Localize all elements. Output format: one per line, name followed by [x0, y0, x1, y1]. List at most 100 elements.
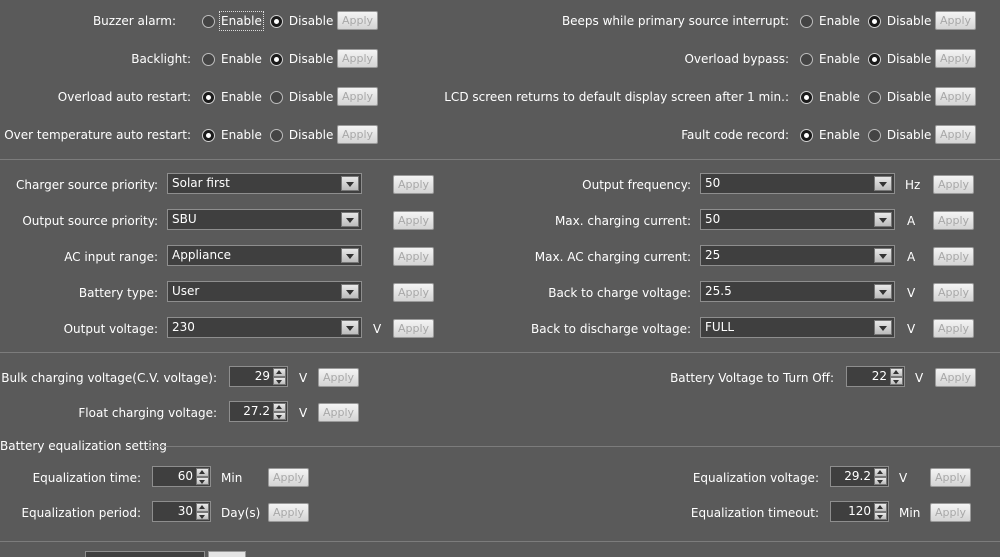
overload-bypass-enable-label[interactable]: Enable [819, 51, 860, 67]
overload-auto-restart-disable-radio[interactable] [269, 90, 283, 104]
chevron-down-icon[interactable] [341, 248, 359, 263]
bulk-charging-voltage-apply-button[interactable]: Apply [318, 368, 360, 387]
backlight-disable-label[interactable]: Disable [289, 51, 334, 67]
overload-auto-restart-apply-button[interactable]: Apply [337, 87, 379, 106]
max-charging-current-apply-button[interactable]: Apply [933, 211, 975, 230]
overload-auto-restart-enable-radio[interactable] [202, 90, 215, 104]
charger-source-priority-select[interactable]: Solar first [167, 173, 362, 194]
max-ac-charging-current-apply-button[interactable]: Apply [933, 247, 975, 266]
chevron-down-icon[interactable] [874, 284, 892, 299]
spinner-down-icon[interactable] [196, 476, 209, 485]
beeps-primary-interrupt-disable-radio[interactable] [867, 14, 881, 28]
output-source-priority-select[interactable]: SBU [167, 209, 362, 230]
equalization-timeout-apply-button[interactable]: Apply [930, 503, 972, 522]
fault-code-record-enable-label[interactable]: Enable [819, 127, 860, 143]
spinner-up-icon[interactable] [874, 468, 887, 477]
backlight-enable-label[interactable]: Enable [221, 51, 262, 67]
spinner-down-icon[interactable] [874, 511, 887, 520]
spinner-up-icon[interactable] [874, 503, 887, 512]
chevron-down-icon[interactable] [874, 212, 892, 227]
lcd-return-default-enable-radio[interactable] [800, 90, 813, 104]
chevron-down-icon[interactable] [341, 212, 359, 227]
equalization-period-apply-button[interactable]: Apply [268, 503, 310, 522]
battery-voltage-turn-off-apply-button[interactable]: Apply [935, 368, 977, 387]
fault-code-record-enable-radio[interactable] [800, 128, 813, 142]
backlight-disable-radio[interactable] [269, 52, 283, 66]
chevron-down-icon[interactable] [341, 284, 359, 299]
buzzer-alarm-enable-label[interactable]: Enable [219, 11, 264, 31]
max-charging-current-select[interactable]: 50 [700, 209, 895, 230]
beeps-primary-interrupt-apply-button[interactable]: Apply [935, 11, 977, 30]
battery-voltage-turn-off-spinner[interactable]: 22 [846, 366, 905, 387]
chevron-down-icon[interactable] [874, 320, 892, 335]
equalization-time-apply-button[interactable]: Apply [268, 468, 310, 487]
fault-code-record-disable-label[interactable]: Disable [887, 127, 932, 143]
ac-input-range-apply-button[interactable]: Apply [393, 247, 435, 266]
buzzer-alarm-enable-radio[interactable] [202, 14, 215, 28]
lcd-return-default-disable-radio[interactable] [867, 90, 881, 104]
battery-type-apply-button[interactable]: Apply [393, 283, 435, 302]
spinner-down-icon[interactable] [890, 376, 903, 385]
beeps-primary-interrupt-disable-label[interactable]: Disable [887, 13, 932, 29]
output-source-priority-apply-button[interactable]: Apply [393, 211, 435, 230]
buzzer-alarm-disable-radio[interactable] [269, 14, 283, 28]
equalization-voltage-spinner[interactable]: 29.2 [830, 466, 889, 487]
equalization-period-spinner[interactable]: 30 [152, 501, 211, 522]
spinner-down-icon[interactable] [196, 511, 209, 520]
spinner-up-icon[interactable] [196, 503, 209, 512]
over-temp-auto-restart-disable-label[interactable]: Disable [289, 127, 334, 143]
spinner-up-icon[interactable] [273, 403, 286, 412]
spinner-up-icon[interactable] [890, 368, 903, 377]
max-ac-charging-current-select[interactable]: 25 [700, 245, 895, 266]
output-frequency-apply-button[interactable]: Apply [933, 175, 975, 194]
chevron-down-icon[interactable] [341, 320, 359, 335]
partial-field-bottom [85, 551, 205, 557]
output-voltage-select[interactable]: 230 [167, 317, 362, 338]
overload-auto-restart-disable-label[interactable]: Disable [289, 89, 334, 105]
spinner-down-icon[interactable] [273, 376, 286, 385]
backlight-apply-button[interactable]: Apply [337, 49, 379, 68]
equalization-time-spinner[interactable]: 60 [152, 466, 211, 487]
back-to-charge-voltage-apply-button[interactable]: Apply [933, 283, 975, 302]
overload-auto-restart-enable-label[interactable]: Enable [221, 89, 262, 105]
output-voltage-apply-button[interactable]: Apply [393, 319, 435, 338]
spinner-down-icon[interactable] [874, 476, 887, 485]
fault-code-record-disable-radio[interactable] [867, 128, 881, 142]
bulk-charging-voltage-spinner[interactable]: 29 [229, 366, 288, 387]
float-charging-voltage-apply-button[interactable]: Apply [318, 403, 360, 422]
lcd-return-default-apply-button[interactable]: Apply [935, 87, 977, 106]
battery-type-select[interactable]: User [167, 281, 362, 302]
back-to-charge-voltage-select[interactable]: 25.5 [700, 281, 895, 302]
over-temp-auto-restart-enable-radio[interactable] [202, 128, 215, 142]
spinner-down-icon[interactable] [273, 411, 286, 420]
equalization-timeout-spinner[interactable]: 120 [830, 501, 889, 522]
over-temp-auto-restart-disable-radio[interactable] [269, 128, 283, 142]
overload-bypass-apply-button[interactable]: Apply [935, 49, 977, 68]
float-charging-voltage-spinner[interactable]: 27.2 [229, 401, 288, 422]
backlight-enable-radio[interactable] [202, 52, 215, 66]
overload-bypass-disable-radio[interactable] [867, 52, 881, 66]
spinner-up-icon[interactable] [196, 468, 209, 477]
beeps-primary-interrupt-enable-radio[interactable] [800, 14, 813, 28]
chevron-down-icon[interactable] [341, 176, 359, 191]
chevron-down-icon[interactable] [874, 176, 892, 191]
fault-code-record-apply-button[interactable]: Apply [935, 125, 977, 144]
equalization-voltage-apply-button[interactable]: Apply [930, 468, 972, 487]
back-to-discharge-voltage-apply-button[interactable]: Apply [933, 319, 975, 338]
back-to-discharge-voltage-select[interactable]: FULL [700, 317, 895, 338]
overload-bypass-disable-label[interactable]: Disable [887, 51, 932, 67]
over-temp-auto-restart-apply-button[interactable]: Apply [337, 125, 379, 144]
chevron-down-icon[interactable] [874, 248, 892, 263]
lcd-return-default-disable-label[interactable]: Disable [887, 89, 932, 105]
lcd-return-default-enable-label[interactable]: Enable [819, 89, 860, 105]
output-frequency-select[interactable]: 50 [700, 173, 895, 194]
spinner-up-icon[interactable] [273, 368, 286, 377]
buzzer-alarm-disable-label[interactable]: Disable [289, 13, 334, 29]
over-temp-auto-restart-enable-label[interactable]: Enable [221, 127, 262, 143]
charger-source-priority-apply-button[interactable]: Apply [393, 175, 435, 194]
ac-input-range-select[interactable]: Appliance [167, 245, 362, 266]
buzzer-alarm-apply-button[interactable]: Apply [337, 11, 379, 30]
overload-bypass-enable-radio[interactable] [800, 52, 813, 66]
overload-auto-restart-label: Overload auto restart: [57, 90, 191, 104]
beeps-primary-interrupt-enable-label[interactable]: Enable [819, 13, 860, 29]
